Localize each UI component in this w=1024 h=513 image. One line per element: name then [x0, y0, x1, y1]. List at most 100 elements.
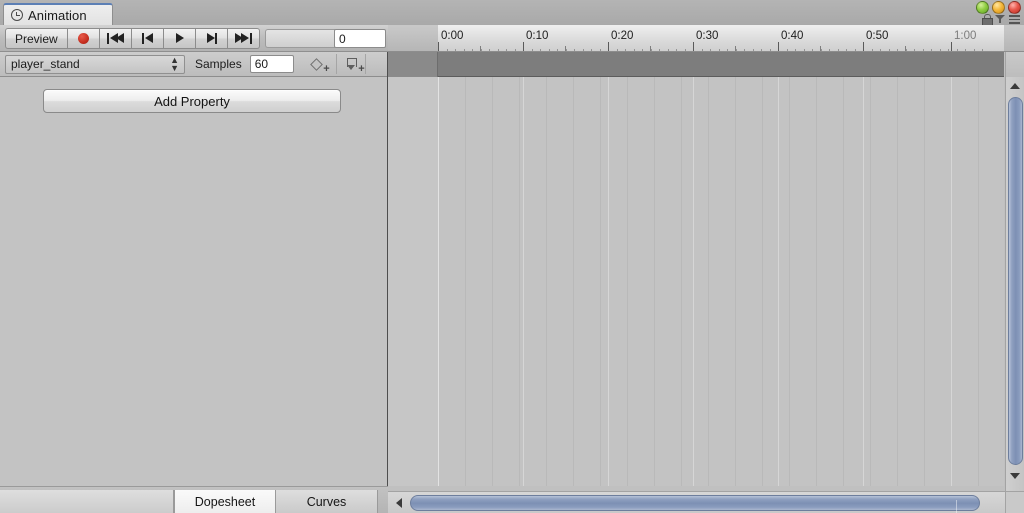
preview-label: Preview [15, 31, 58, 46]
current-frame-field[interactable]: 0 [334, 29, 386, 48]
grid-line [978, 77, 979, 486]
frame-field-spacer [265, 29, 335, 48]
tab-curves-label: Curves [306, 495, 347, 509]
add-event-icon [346, 58, 357, 70]
play-button[interactable] [163, 28, 196, 49]
ruler-left-pad [388, 25, 438, 52]
grid-line [924, 77, 925, 486]
preview-button[interactable]: Preview [5, 28, 68, 49]
tab-dopesheet[interactable]: Dopesheet [174, 490, 276, 513]
ruler-tick-tiny [514, 48, 516, 51]
add-property-button[interactable]: Add Property [43, 89, 341, 113]
ruler-tick-tiny [633, 48, 635, 51]
ruler-tick-tiny [659, 48, 660, 51]
ruler-tick-tiny [625, 48, 626, 51]
dopesheet-grid[interactable] [388, 77, 1004, 486]
add-keyframe-icon [310, 57, 324, 71]
next-frame-button[interactable] [195, 28, 228, 49]
grid-line [843, 77, 844, 486]
horizontal-scroll-thumb[interactable] [410, 495, 980, 513]
add-keyframe-button[interactable]: + [304, 54, 330, 75]
ruler-tick-tiny [939, 48, 941, 51]
tab-curves[interactable]: Curves [276, 490, 378, 513]
scroll-down-button[interactable] [1006, 467, 1024, 484]
ruler-tick-tiny [786, 48, 788, 51]
scroll-left-button[interactable] [389, 493, 409, 513]
clip-toolbar: player_stand ▲ ▼ Samples 60 + + [0, 52, 388, 77]
ruler-track[interactable]: 0:00 0:10 0:20 0:30 0:40 0:50 1:00 [438, 25, 1004, 52]
skip-to-start-icon [106, 33, 124, 44]
scrollbar-corner [1005, 491, 1024, 513]
grid-line [897, 77, 898, 486]
grid-line [519, 77, 520, 486]
bottom-strip-fill [0, 490, 174, 513]
last-frame-button[interactable] [227, 28, 260, 49]
ruler-tick-tiny [599, 48, 601, 51]
samples-value: 60 [254, 57, 269, 71]
ruler-tick-tiny [761, 48, 762, 51]
tab-animation[interactable]: Animation [3, 3, 113, 25]
chevron-updown-icon: ▲ ▼ [170, 55, 179, 73]
grid-line-major [863, 77, 864, 486]
ruler-tick-tiny [744, 48, 745, 51]
minimize-button[interactable] [992, 1, 1005, 14]
plus-icon: + [323, 63, 330, 75]
scroll-up-button[interactable] [1006, 77, 1024, 94]
ruler-tick-tiny [684, 48, 686, 51]
record-button[interactable] [67, 28, 100, 49]
window-title: Animation [28, 7, 87, 23]
ruler-label: 0:20 [611, 30, 634, 42]
lock-icon[interactable] [982, 14, 993, 26]
ruler-label: 0:40 [781, 30, 804, 42]
ruler-tick-tiny [897, 48, 898, 51]
filter-dropdown-icon[interactable] [995, 14, 1005, 24]
first-frame-button[interactable] [99, 28, 132, 49]
grid-line [654, 77, 655, 486]
ruler-tick-tiny [616, 48, 618, 51]
grid-line [465, 77, 466, 486]
ruler-tick-tiny [540, 48, 541, 51]
add-event-button[interactable]: + [335, 54, 366, 75]
ruler-tick-tiny [846, 48, 847, 51]
ruler-tick-tiny [591, 48, 592, 51]
clock-icon [11, 9, 23, 21]
playback-button-group: Preview [5, 28, 260, 49]
grid-line [546, 77, 547, 486]
scroll-up-arrow-icon [1010, 82, 1020, 89]
ruler-tick-tiny [812, 48, 813, 51]
grid-line-major [693, 77, 694, 486]
ruler-tick-tiny [982, 48, 983, 51]
tab-dopesheet-label: Dopesheet [194, 495, 256, 509]
vertical-scroll-thumb[interactable] [1008, 97, 1023, 465]
ruler-tick-tiny [582, 48, 584, 51]
window-titlebar: Animation [0, 0, 1024, 26]
ruler-tick-minor [905, 46, 906, 51]
ruler-tick-minor [480, 46, 481, 51]
grid-line [627, 77, 628, 486]
ruler-tick-tiny [497, 48, 499, 51]
grid-line [816, 77, 817, 486]
timeline-ruler[interactable]: 0:00 0:10 0:20 0:30 0:40 0:50 1:00 [388, 25, 1024, 52]
clip-selector[interactable]: player_stand ▲ ▼ [5, 54, 185, 74]
dopesheet-header-gutter [388, 52, 438, 77]
horizontal-scrollbar[interactable] [388, 491, 1024, 513]
ruler-tick-major [608, 42, 609, 51]
ruler-tick-minor [565, 46, 566, 51]
ruler-label: 0:50 [866, 30, 889, 42]
maximize-button[interactable] [976, 1, 989, 14]
skip-to-end-icon [234, 33, 252, 44]
ruler-tick-tiny [829, 48, 830, 51]
close-button[interactable] [1008, 1, 1021, 14]
samples-field[interactable]: 60 [249, 55, 294, 73]
grid-line-major [608, 77, 609, 486]
window-controls [976, 1, 1021, 14]
hamburger-menu-icon[interactable] [1009, 15, 1020, 24]
ruler-tick-tiny [676, 48, 677, 51]
prev-frame-button[interactable] [131, 28, 164, 49]
ruler-tick-tiny [446, 48, 448, 51]
ruler-tick-tiny [803, 48, 805, 51]
add-property-label: Add Property [154, 93, 230, 109]
ruler-tick-tiny [727, 48, 728, 51]
step-back-icon [139, 33, 156, 44]
vertical-scrollbar[interactable] [1005, 77, 1024, 491]
